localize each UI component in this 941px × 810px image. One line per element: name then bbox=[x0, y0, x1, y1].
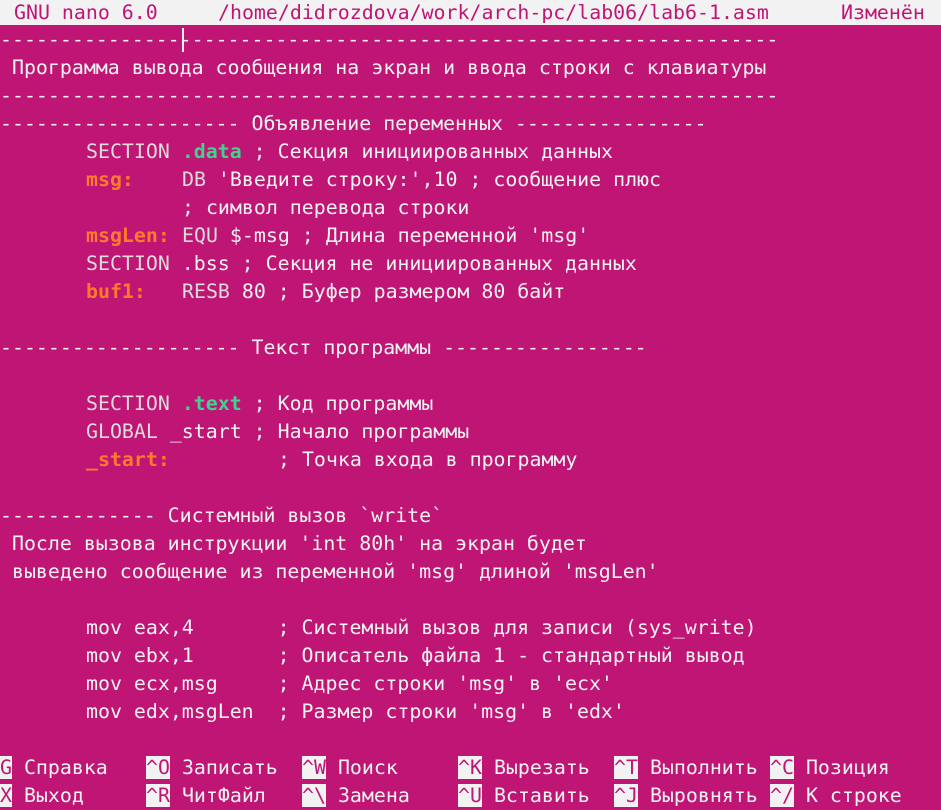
operand: _start ; Начало программы bbox=[157, 420, 470, 443]
shortcut-write-out[interactable]: ^O Записать bbox=[146, 754, 278, 782]
shortcut-execute[interactable]: ^T Выполнить bbox=[614, 754, 758, 782]
shortcut-paste[interactable]: ^U Вставить bbox=[458, 782, 590, 810]
shortcut-replace[interactable]: ^\ Замена bbox=[302, 782, 410, 810]
code-line: DB 'Введите строку:',10 ; сообщение плюс bbox=[182, 166, 661, 194]
code-line: ----------------------------------------… bbox=[0, 28, 779, 51]
keyword: DB bbox=[182, 168, 206, 191]
code-line: После вызова инструкции 'int 80h' на экр… bbox=[0, 532, 587, 555]
label: msg: bbox=[86, 168, 134, 191]
code-line: -------------------- Текст программы ---… bbox=[0, 336, 647, 359]
shortcut-where-is[interactable]: ^W Поиск bbox=[302, 754, 398, 782]
shortcut-key: ^W bbox=[302, 756, 326, 779]
modified-status: Изменён bbox=[841, 1, 925, 24]
code-line: mov edx,msgLen ; Размер строки 'msg' в '… bbox=[86, 700, 625, 723]
code-line: mov ecx,msg ; Адрес строки 'msg' в 'ecx' bbox=[86, 672, 613, 695]
keyword: SECTION bbox=[86, 252, 170, 275]
title-bar: GNU nano 6.0 /home/didrozdova/work/arch-… bbox=[0, 0, 941, 25]
shortcut-key: ^O bbox=[146, 756, 170, 779]
code-line: ----------------------------------------… bbox=[0, 84, 779, 107]
shortcut-key: ^G bbox=[0, 756, 12, 779]
shortcut-cut[interactable]: ^K Вырезать bbox=[458, 754, 590, 782]
label: msgLen: bbox=[86, 224, 170, 247]
shortcut-label: Записать bbox=[181, 756, 278, 779]
app-name: GNU nano 6.0 bbox=[14, 1, 158, 24]
file-path: /home/didrozdova/work/arch-pc/lab06/lab6… bbox=[218, 1, 769, 24]
keyword: EQU bbox=[182, 224, 218, 247]
operand: .bss ; Секция не инициированных данных bbox=[169, 252, 637, 275]
shortcut-label: Справка bbox=[23, 756, 108, 779]
code-line: _start: bbox=[86, 446, 170, 474]
code-line: SECTION .bss ; Секция не инициированных … bbox=[86, 250, 637, 278]
text-cursor bbox=[182, 28, 184, 52]
shortcut-key: ^C bbox=[770, 756, 794, 779]
shortcut-go-to-line[interactable]: ^/ К строке bbox=[770, 782, 902, 810]
code-line: SECTION .data ; Секция инициированных да… bbox=[86, 138, 613, 166]
directive: .text bbox=[181, 392, 242, 415]
comment: ; Секция инициированных данных bbox=[241, 140, 613, 163]
code-line: выведено сообщение из переменной 'msg' д… bbox=[0, 560, 659, 583]
shortcut-label: Выполнить bbox=[649, 756, 758, 779]
keyword: SECTION bbox=[86, 392, 170, 415]
directive: .data bbox=[181, 140, 242, 163]
shortcut-label: Поиск bbox=[337, 756, 398, 779]
shortcut-location[interactable]: ^C Позиция bbox=[770, 754, 890, 782]
shortcut-label: Позиция bbox=[805, 756, 890, 779]
code-line: buf1: bbox=[86, 278, 146, 306]
code-line: GLOBAL _start ; Начало программы bbox=[86, 418, 469, 446]
code-line: mov eax,4 ; Системный вызов для записи (… bbox=[86, 616, 757, 639]
code-line: msgLen: bbox=[86, 222, 170, 250]
comment: ; Код программы bbox=[241, 392, 434, 415]
shortcut-label: Вырезать bbox=[493, 756, 590, 779]
operand: 80 ; Буфер размером 80 байт bbox=[229, 280, 566, 303]
code-line: ; символ перевода строки bbox=[182, 196, 470, 219]
operand: 'Введите строку:',10 ; сообщение плюс bbox=[205, 168, 662, 191]
code-line: mov ebx,1 ; Описатель файла 1 - стандарт… bbox=[86, 644, 745, 667]
shortcut-exit[interactable]: ^X Выход bbox=[0, 782, 84, 810]
code-line: RESB 80 ; Буфер размером 80 байт bbox=[182, 278, 565, 306]
shortcut-help[interactable]: ^G Справка bbox=[0, 754, 108, 782]
operand: $-msg ; Длина переменной 'msg' bbox=[217, 224, 590, 247]
code-line: ------------- Системный вызов `write` bbox=[0, 504, 444, 527]
shortcut-read-file[interactable]: ^R ЧитФайл bbox=[146, 782, 266, 810]
code-line: msg: bbox=[86, 166, 134, 194]
code-line: EQU $-msg ; Длина переменной 'msg' bbox=[182, 222, 589, 250]
shortcut-key: ^T bbox=[614, 756, 638, 779]
keyword: SECTION bbox=[86, 140, 170, 163]
shortcut-key: ^K bbox=[458, 756, 482, 779]
label: _start: bbox=[86, 448, 170, 471]
code-line: Программа вывода сообщения на экран и вв… bbox=[0, 56, 767, 79]
shortcut-justify[interactable]: ^J Выровнять bbox=[614, 782, 758, 810]
code-line: SECTION .text ; Код программы bbox=[86, 390, 433, 418]
label: buf1: bbox=[86, 280, 146, 303]
code-line: -------------------- Объявление переменн… bbox=[0, 112, 707, 135]
keyword: GLOBAL bbox=[86, 420, 158, 443]
keyword: RESB bbox=[182, 280, 230, 303]
code-line: ; Точка входа в программу bbox=[278, 448, 578, 471]
